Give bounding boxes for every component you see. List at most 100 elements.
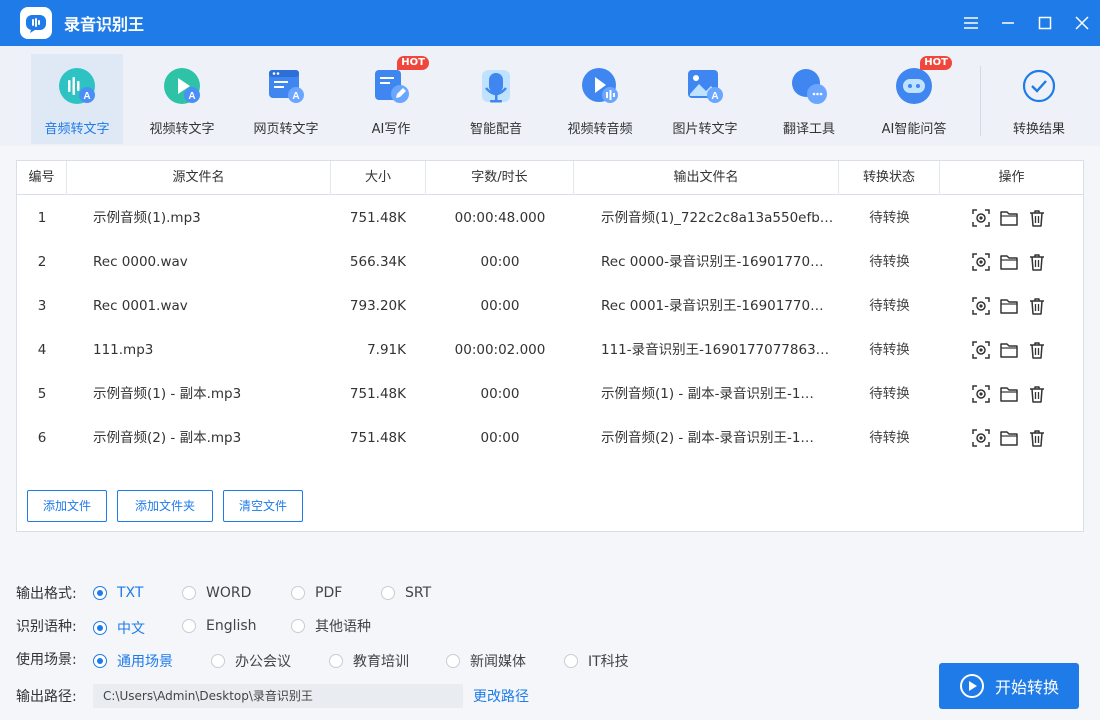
tool-ai-writing[interactable]: HOT AI写作 — [345, 54, 437, 144]
delete-icon[interactable] — [1027, 252, 1047, 272]
source-filename: 示例音频(2) - 副本.mp3 — [93, 430, 242, 446]
preview-icon[interactable] — [971, 208, 991, 228]
translate-icon — [789, 66, 829, 106]
table-row[interactable]: 1 示例音频(1).mp3 751.48K 00:00:48.000 示例音频(1)_7… — [17, 196, 1083, 240]
preview-icon[interactable] — [971, 296, 991, 316]
format-radio-pdf[interactable]: PDF — [291, 585, 342, 601]
change-path-link[interactable]: 更改路径 — [473, 686, 529, 706]
add-file-button[interactable]: 添加文件 — [27, 490, 107, 522]
file-size: 793.20K — [349, 298, 406, 314]
tool-video-to-text[interactable]: A 视频转文字 — [136, 54, 228, 144]
tool-label: AI智能问答 — [881, 122, 947, 137]
format-radio-srt[interactable]: SRT — [381, 585, 431, 601]
scene-radio-meeting[interactable]: 办公会议 — [211, 651, 291, 671]
start-convert-label: 开始转换 — [994, 678, 1059, 697]
table-row[interactable]: 4 111.mp3 7.91K 00:00:02.000 111-录音识别王-16901… — [17, 328, 1083, 372]
col-header-actions: 操作 — [998, 170, 1025, 185]
minimize-icon[interactable] — [989, 0, 1026, 46]
row-actions — [971, 208, 1047, 228]
radio-label: SRT — [405, 585, 432, 601]
radio-label: PDF — [315, 585, 343, 601]
format-radio-txt[interactable]: TXT — [93, 585, 143, 601]
table-row[interactable]: 5 示例音频(1) - 副本.mp3 751.48K 00:00 示例音频(1) - 副… — [17, 372, 1083, 416]
preview-icon[interactable] — [971, 428, 991, 448]
tool-audio-to-text[interactable]: A 音频转文字 — [31, 54, 123, 144]
open-folder-icon[interactable] — [999, 384, 1019, 404]
table-row[interactable]: 2 Rec 0000.wav 566.34K 00:00 Rec 0000-录音识别王-… — [17, 240, 1083, 284]
delete-icon[interactable] — [1027, 384, 1047, 404]
language-radio-english[interactable]: English — [182, 618, 257, 634]
tool-webpage-to-text[interactable]: A 网页转文字 — [240, 54, 332, 144]
scene-radio-news[interactable]: 新闻媒体 — [446, 651, 526, 671]
col-header-size: 大小 — [331, 161, 426, 195]
source-filename: Rec 0001.wav — [93, 298, 188, 314]
language-radio-chinese[interactable]: 中文 — [93, 618, 145, 638]
output-filename: 示例音频(1) - 副本-录音识别王-1… — [601, 386, 814, 402]
col-header-duration: 字数/时长 — [426, 161, 574, 195]
delete-icon[interactable] — [1027, 428, 1047, 448]
radio-label: TXT — [117, 585, 144, 601]
open-folder-icon[interactable] — [999, 296, 1019, 316]
file-size: 566.34K — [349, 254, 406, 270]
maximize-icon[interactable] — [1026, 0, 1063, 46]
row-actions — [971, 384, 1047, 404]
open-folder-icon[interactable] — [999, 252, 1019, 272]
delete-icon[interactable] — [1027, 340, 1047, 360]
radio-dot — [291, 619, 305, 633]
table-row[interactable]: 6 示例音频(2) - 副本.mp3 751.48K 00:00 示例音频(2) - 副… — [17, 416, 1083, 460]
radio-dot — [93, 654, 107, 668]
radio-label: 其他语种 — [315, 619, 371, 635]
tool-image-to-text[interactable]: A 图片转文字 — [659, 54, 751, 144]
conversion-status: 待转换 — [869, 430, 910, 446]
webpage-to-text-icon: A — [266, 66, 306, 106]
feature-toolbar: A 音频转文字 A 视频转文字 A 网页转文字 HOT AI写作 智能配音 视频… — [0, 46, 1100, 146]
add-folder-button[interactable]: 添加文件夹 — [117, 490, 213, 522]
clear-files-button[interactable]: 清空文件 — [223, 490, 303, 522]
output-path-field[interactable]: C:\Users\Admin\Desktop\录音识别王 — [93, 684, 463, 708]
scene-radio-it[interactable]: IT科技 — [564, 651, 629, 671]
preview-icon[interactable] — [971, 384, 991, 404]
output-format-row: 输出格式: — [16, 582, 94, 604]
format-radio-word[interactable]: WORD — [182, 585, 251, 601]
microphone-icon — [476, 66, 516, 106]
file-size: 751.48K — [349, 210, 406, 226]
radio-dot — [446, 654, 460, 668]
radio-label: IT科技 — [588, 654, 629, 670]
radio-dot — [211, 654, 225, 668]
radio-dot — [329, 654, 343, 668]
tool-video-to-audio[interactable]: 视频转音频 — [554, 54, 646, 144]
tool-label: 翻译工具 — [782, 122, 835, 137]
scene-radio-education[interactable]: 教育培训 — [329, 651, 409, 671]
svg-text:A: A — [711, 91, 718, 102]
close-icon[interactable] — [1063, 0, 1100, 46]
table-row[interactable]: 3 Rec 0001.wav 793.20K 00:00 Rec 0001-录音识别王-… — [17, 284, 1083, 328]
tool-ai-chat[interactable]: HOT AI智能问答 — [868, 54, 960, 144]
tool-smart-dubbing[interactable]: 智能配音 — [450, 54, 542, 144]
scene-row: 使用场景: — [16, 648, 94, 670]
open-folder-icon[interactable] — [999, 208, 1019, 228]
app-logo-icon — [20, 7, 52, 39]
video-to-text-icon: A — [162, 66, 202, 106]
start-convert-button[interactable]: 开始转换 — [939, 663, 1079, 709]
output-filename: Rec 0001-录音识别王-16901770… — [601, 298, 824, 314]
radio-label: 中文 — [117, 621, 145, 637]
language-radio-other[interactable]: 其他语种 — [291, 616, 371, 636]
row-actions — [971, 296, 1047, 316]
delete-icon[interactable] — [1027, 208, 1047, 228]
tool-results[interactable]: 转换结果 — [993, 54, 1085, 144]
tool-translate[interactable]: 翻译工具 — [763, 54, 855, 144]
table-header: 编号 源文件名 大小 字数/时长 输出文件名 转换状态 操作 — [17, 161, 1083, 195]
menu-icon[interactable] — [952, 0, 989, 46]
audio-to-text-icon: A — [57, 66, 97, 106]
scene-radio-general[interactable]: 通用场景 — [93, 651, 173, 671]
row-number: 2 — [37, 254, 47, 270]
open-folder-icon[interactable] — [999, 340, 1019, 360]
language-row: 识别语种: — [16, 615, 94, 637]
radio-label: 通用场景 — [117, 654, 173, 670]
delete-icon[interactable] — [1027, 296, 1047, 316]
preview-icon[interactable] — [971, 252, 991, 272]
radio-label: 教育培训 — [353, 654, 409, 670]
open-folder-icon[interactable] — [999, 428, 1019, 448]
row-actions — [971, 252, 1047, 272]
preview-icon[interactable] — [971, 340, 991, 360]
